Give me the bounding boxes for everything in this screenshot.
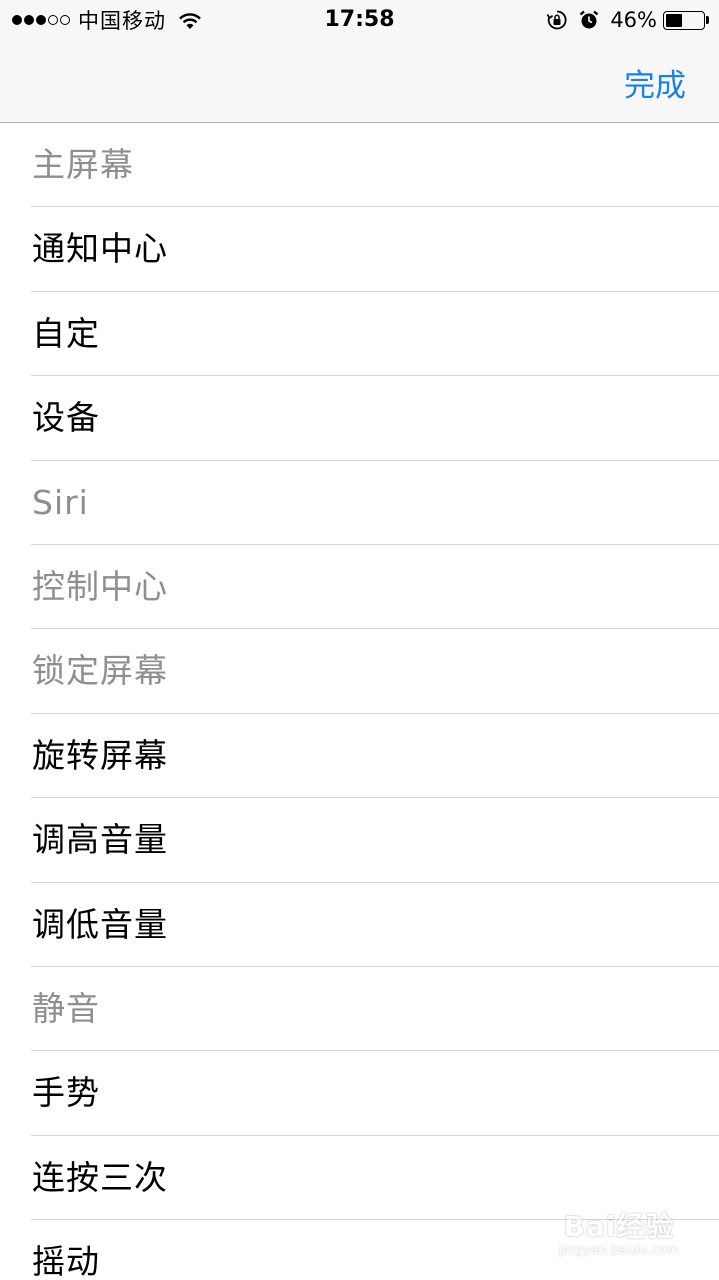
battery-percent: 46% (610, 8, 657, 32)
list-item[interactable]: 通知中心 (0, 207, 719, 293)
orientation-lock-icon (546, 9, 568, 31)
list-item-label: 连按三次 (32, 1157, 168, 1197)
screen: 中国移动 17:58 46% 完成 主屏幕 通知中心 自定 设备 Siri 控制… (0, 0, 719, 1280)
navigation-bar: 完成 (0, 40, 719, 123)
list-item[interactable]: 连按三次 (0, 1136, 719, 1221)
list-item[interactable]: 手势 (0, 1051, 719, 1137)
list-item-label: 主屏幕 (32, 145, 134, 184)
list-item: 主屏幕 (0, 123, 719, 208)
list-item-label: 摇动 (32, 1242, 100, 1280)
list-item[interactable]: 旋转屏幕 (0, 714, 719, 799)
list-item-label: 手势 (32, 1073, 100, 1113)
list-item-label: 通知中心 (32, 229, 168, 269)
status-right: 46% (546, 6, 709, 34)
list-item: 锁定屏幕 (0, 629, 719, 715)
list-item: 控制中心 (0, 545, 719, 630)
done-button[interactable]: 完成 (624, 60, 686, 105)
list-item[interactable]: 自定 (0, 292, 719, 377)
list-item-label: 调高音量 (32, 820, 168, 860)
list-item-label: 静音 (32, 988, 100, 1028)
list-item-label: Siri (32, 482, 89, 522)
list-item[interactable]: 调高音量 (0, 798, 719, 883)
list-item-label: 控制中心 (32, 566, 168, 606)
list-item[interactable]: 摇动 (0, 1220, 719, 1280)
battery-icon (663, 10, 705, 30)
list-item-label: 设备 (32, 398, 100, 438)
list-item: 静音 (0, 967, 719, 1052)
alarm-icon (578, 9, 600, 31)
battery-level (666, 13, 682, 27)
list-item: Siri (0, 461, 719, 546)
list-item[interactable]: 设备 (0, 376, 719, 461)
battery-nub (706, 16, 709, 24)
list-item[interactable]: 调低音量 (0, 883, 719, 968)
action-list: 主屏幕通知中心自定设备 Siri 控制中心锁定屏幕旋转屏幕调高音量调低音量静音手势连… (0, 123, 719, 1280)
list-item-label: 旋转屏幕 (32, 735, 168, 775)
list-item-label: 自定 (32, 313, 100, 353)
status-bar: 中国移动 17:58 46% (0, 0, 719, 40)
list-item-label: 锁定屏幕 (32, 651, 168, 691)
list-item-label: 调低音量 (32, 904, 168, 944)
